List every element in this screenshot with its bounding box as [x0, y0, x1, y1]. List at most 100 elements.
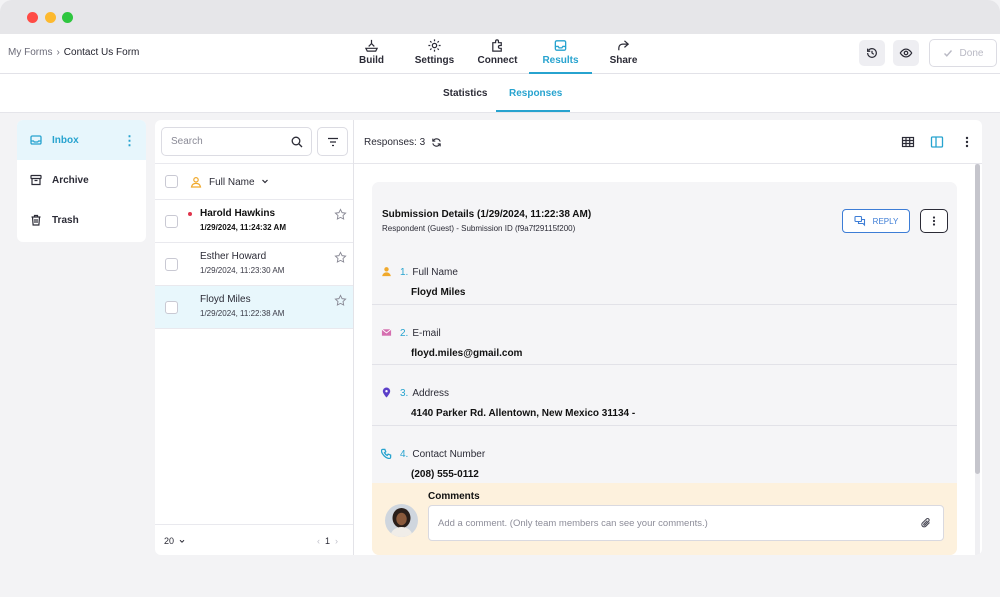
- unread-indicator: [188, 212, 192, 216]
- submission-date: 1/29/2024, 11:22:38 AM: [200, 309, 285, 318]
- detail-scrollbar[interactable]: [975, 164, 980, 555]
- close-window-button[interactable]: [27, 12, 38, 23]
- refresh-icon[interactable]: [431, 137, 442, 148]
- select-all-checkbox[interactable]: [165, 175, 178, 188]
- responses-count-label: Responses: 3: [364, 137, 426, 148]
- tab-responses[interactable]: Responses: [509, 88, 562, 99]
- submission-more-button[interactable]: [920, 209, 948, 233]
- star-icon[interactable]: [334, 294, 347, 307]
- sidebar-item-archive[interactable]: Archive: [17, 160, 146, 200]
- tab-results[interactable]: Results: [529, 34, 592, 74]
- row-checkbox[interactable]: [165, 215, 178, 228]
- submission-date: 1/29/2024, 11:23:30 AM: [200, 266, 285, 275]
- answer-value: floyd.miles@gmail.com: [411, 348, 523, 359]
- respondent-name: Floyd Miles: [200, 294, 251, 305]
- active-subtab-indicator: [496, 110, 570, 112]
- results-subtabs: Statistics Responses: [0, 74, 1000, 113]
- chevron-down-icon: [179, 539, 185, 543]
- question-label: 1. Full Name: [400, 267, 458, 278]
- table-view-icon[interactable]: [901, 135, 915, 149]
- submission-title: Submission Details (1/29/2024, 11:22:38 …: [382, 209, 592, 220]
- list-header: Full Name: [155, 163, 353, 200]
- row-checkbox[interactable]: [165, 301, 178, 314]
- archive-icon: [30, 174, 42, 186]
- inbox-icon: [30, 135, 42, 145]
- comments-section: Comments Add a comment. (Only team membe…: [372, 483, 957, 555]
- tab-results-label: Results: [542, 55, 579, 66]
- sidebar-item-inbox[interactable]: Inbox ⋮: [17, 120, 146, 160]
- star-icon[interactable]: [334, 251, 347, 264]
- maximize-window-button[interactable]: [62, 12, 73, 23]
- done-button[interactable]: Done: [929, 39, 997, 67]
- more-options-icon[interactable]: [960, 135, 974, 149]
- inbox-tray-icon: [554, 40, 567, 51]
- answer-contact-number: 4. Contact Number (208) 555-0112: [372, 425, 957, 485]
- comments-title: Comments: [428, 491, 480, 502]
- done-label: Done: [959, 47, 984, 59]
- search-icon: [291, 136, 303, 148]
- eye-icon: [899, 48, 913, 58]
- question-label: 4. Contact Number: [400, 449, 486, 460]
- tab-share[interactable]: Share: [592, 34, 655, 74]
- answer-value: 4140 Parker Rd. Allentown, New Mexico 31…: [411, 408, 636, 419]
- search-input[interactable]: Search: [161, 127, 312, 156]
- current-page: 1: [325, 536, 331, 546]
- list-item[interactable]: Esther Howard 1/29/2024, 11:23:30 AM: [155, 243, 353, 286]
- tab-settings[interactable]: Settings: [403, 34, 466, 74]
- tab-build-label: Build: [359, 55, 384, 66]
- minimize-window-button[interactable]: [45, 12, 56, 23]
- filter-button[interactable]: [317, 127, 348, 156]
- tab-share-label: Share: [609, 55, 638, 66]
- puzzle-icon: [492, 39, 502, 52]
- sort-field-label[interactable]: Full Name: [209, 177, 255, 188]
- per-page-value: 20: [164, 536, 175, 546]
- sidebar-item-label: Archive: [52, 174, 89, 186]
- list-footer: 20 ‹ 1 ›: [155, 524, 353, 555]
- filter-icon: [327, 137, 338, 146]
- more-options-icon: [932, 216, 936, 226]
- per-page-select[interactable]: 20: [164, 536, 186, 546]
- answer-email: 2. E-mail floyd.miles@gmail.com: [372, 304, 957, 364]
- tab-connect[interactable]: Connect: [466, 34, 529, 74]
- preview-button[interactable]: [893, 40, 919, 66]
- history-icon: [867, 48, 877, 58]
- map-pin-icon: [382, 387, 391, 398]
- search-placeholder: Search: [171, 136, 203, 147]
- sidebar-item-trash[interactable]: Trash: [17, 200, 146, 240]
- tab-statistics[interactable]: Statistics: [443, 88, 487, 99]
- previous-page-icon[interactable]: ‹: [317, 536, 320, 546]
- breadcrumb: My Forms › Contact Us Form: [8, 47, 139, 58]
- submission-detail-panel: Responses: 3 Submission Details (1/29/20…: [354, 120, 982, 555]
- chevron-down-icon[interactable]: [260, 176, 270, 186]
- tab-connect-label: Connect: [477, 55, 518, 66]
- paperclip-icon[interactable]: [920, 517, 932, 529]
- scrollbar-thumb[interactable]: [975, 164, 980, 474]
- submission-date: 1/29/2024, 11:24:32 AM: [200, 223, 286, 232]
- sidebar-item-label: Trash: [52, 214, 79, 226]
- envelope-icon: [381, 328, 392, 336]
- star-icon[interactable]: [334, 208, 347, 221]
- reply-label: REPLY: [872, 216, 899, 226]
- row-checkbox[interactable]: [165, 258, 178, 271]
- pagination: ‹ 1 ›: [317, 536, 338, 546]
- folder-sidebar: Inbox ⋮ Archive Trash: [17, 120, 146, 242]
- responses-count: Responses: 3: [364, 137, 442, 148]
- list-item[interactable]: Floyd Miles 1/29/2024, 11:22:38 AM: [155, 286, 353, 329]
- sidebar-item-label: Inbox: [52, 134, 79, 146]
- avatar: [385, 504, 418, 537]
- respondent-name: Harold Hawkins: [200, 208, 276, 219]
- gear-icon: [428, 39, 441, 52]
- next-page-icon[interactable]: ›: [335, 536, 338, 546]
- chat-bubbles-icon: [854, 215, 865, 227]
- question-label: 3. Address: [400, 388, 450, 399]
- split-view-icon[interactable]: [930, 135, 944, 149]
- share-arrow-icon: [618, 40, 630, 51]
- comment-input[interactable]: Add a comment. (Only team members can se…: [428, 505, 944, 541]
- person-icon: [190, 176, 202, 188]
- reply-button[interactable]: REPLY: [842, 209, 910, 233]
- tab-build[interactable]: Build: [340, 34, 403, 74]
- list-item[interactable]: Harold Hawkins 1/29/2024, 11:24:32 AM: [155, 200, 353, 243]
- breadcrumb-my-forms[interactable]: My Forms: [8, 47, 52, 58]
- history-button[interactable]: [859, 40, 885, 66]
- more-options-icon[interactable]: ⋮: [123, 133, 136, 149]
